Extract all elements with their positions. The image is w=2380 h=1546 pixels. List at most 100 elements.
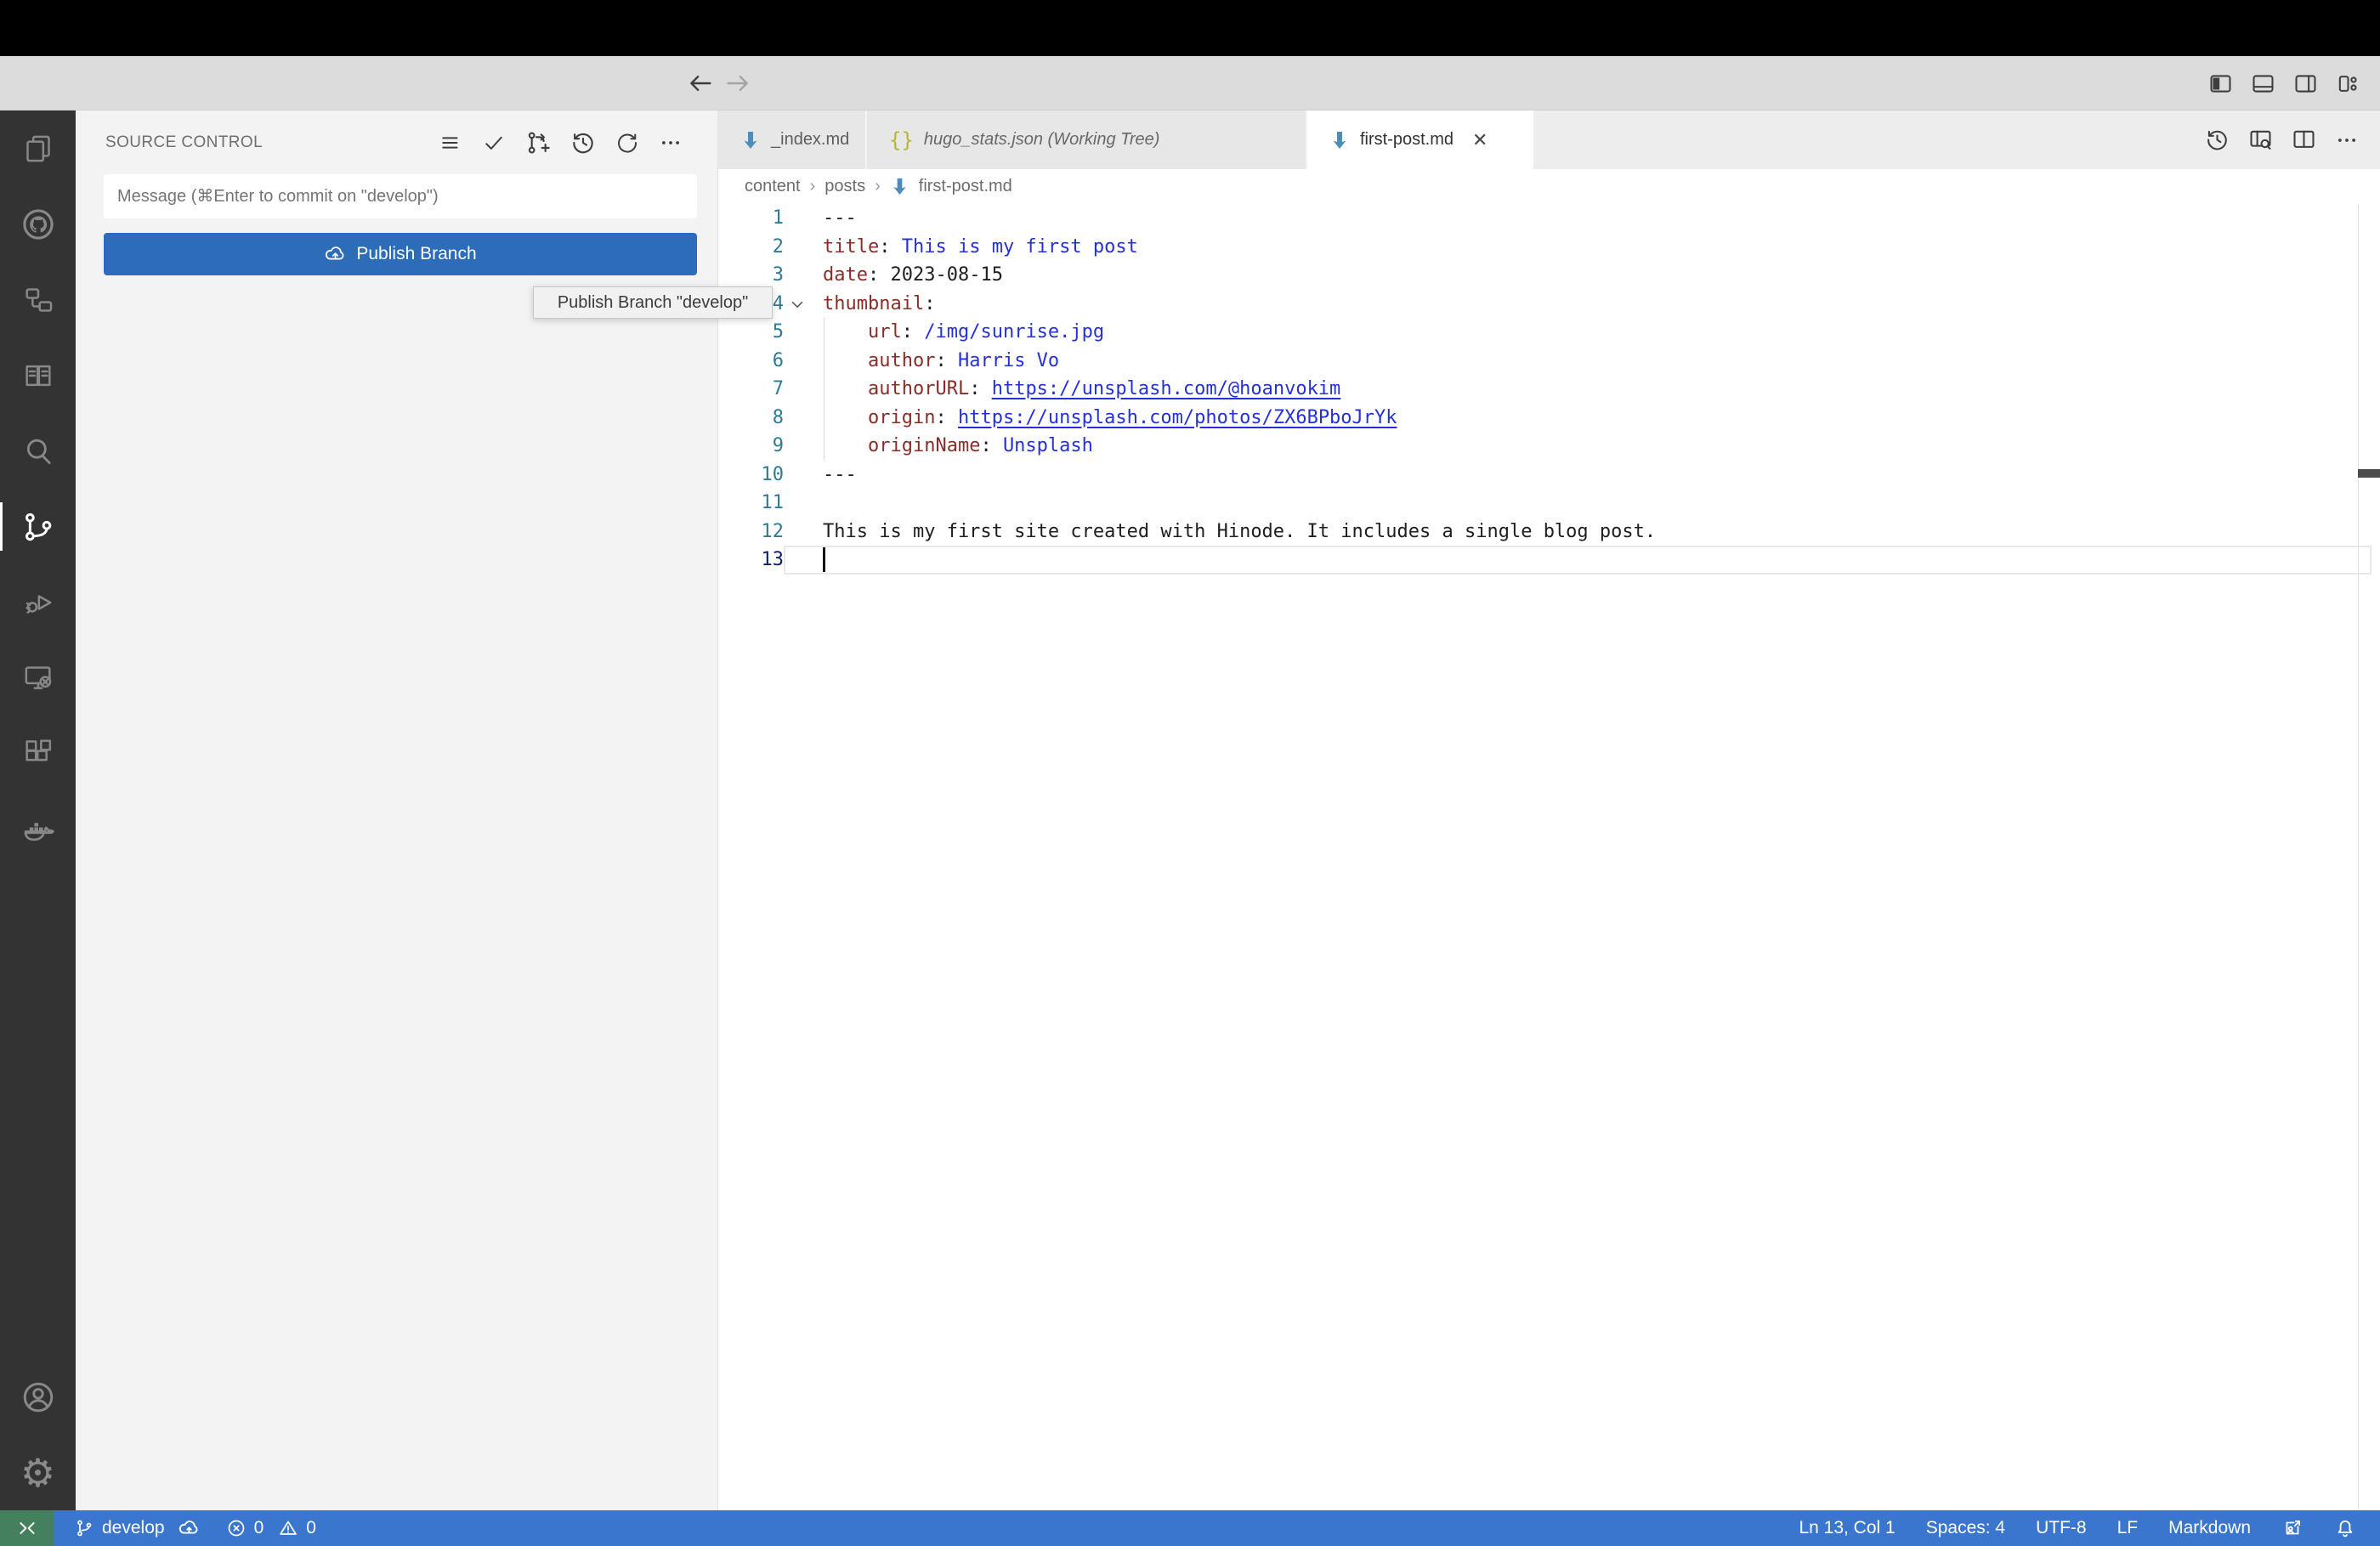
overview-ruler[interactable]	[2358, 204, 2359, 1510]
commit-message-input[interactable]	[104, 174, 697, 218]
line-number: 12	[761, 520, 785, 542]
remote-window-icon	[16, 1517, 38, 1539]
split-editor-icon[interactable]	[2291, 127, 2317, 153]
notifications-bell-icon[interactable]	[2334, 1517, 2356, 1539]
code-text: thumbnail:	[823, 292, 936, 314]
accounts-icon[interactable]	[0, 1359, 76, 1435]
toggle-primary-sidebar-icon[interactable]	[2207, 71, 2234, 97]
publish-branch-button[interactable]: Publish Branch	[104, 233, 697, 275]
toggle-secondary-sidebar-icon[interactable]	[2292, 71, 2319, 97]
code-text: date: 2023-08-15	[823, 264, 1003, 286]
eol-status[interactable]: LF	[2117, 1518, 2139, 1538]
code-text: title: This is my first post	[823, 235, 1138, 258]
customize-layout-icon[interactable]	[2335, 71, 2361, 97]
cursor-position-status[interactable]: Ln 13, Col 1	[1799, 1518, 1895, 1538]
history-icon[interactable]	[570, 129, 597, 156]
remote-hub-icon[interactable]	[0, 262, 76, 337]
code-text: This is my first site created with Hinod…	[823, 520, 1657, 542]
github-icon[interactable]	[0, 186, 76, 262]
code-line[interactable]: 3 date: 2023-08-15	[718, 261, 2380, 290]
code-lines[interactable]: 1 --- 2 title: This is my first post 3 date: …	[718, 204, 2380, 575]
indentation-status[interactable]: Spaces: 4	[1926, 1518, 2005, 1538]
activity-bar-spacer	[0, 867, 76, 1359]
errors-icon	[226, 1518, 246, 1538]
toggle-panel-icon[interactable]	[2250, 71, 2276, 97]
view-as-list-icon[interactable]	[438, 130, 463, 156]
overview-ruler-cursor-marker	[2358, 469, 2380, 478]
search-icon[interactable]	[0, 413, 76, 489]
cloud-upload-icon	[324, 243, 347, 266]
remote-indicator[interactable]	[0, 1510, 54, 1546]
code-line[interactable]: 4 thumbnail:	[718, 290, 2380, 319]
code-line[interactable]: 5 url: /img/sunrise.jpg	[718, 318, 2380, 347]
navigate-forward-icon[interactable]	[722, 68, 753, 99]
create-pull-request-icon[interactable]	[524, 129, 552, 156]
code-line[interactable]: 7 authorURL: https://unsplash.com/@hoanv…	[718, 375, 2380, 404]
remote-explorer-icon[interactable]	[0, 640, 76, 716]
source-control-panel: SOURCE CONTROL Publish	[76, 110, 718, 1510]
extensions-icon[interactable]	[0, 716, 76, 791]
line-number: 1	[772, 207, 784, 229]
explorer-icon[interactable]	[0, 110, 76, 186]
code-text: origin: https://unsplash.com/photos/ZX6B…	[867, 406, 1397, 428]
json-file-icon: {}	[889, 127, 914, 152]
markdown-file-icon	[1329, 130, 1350, 150]
line-number: 5	[772, 321, 784, 343]
publish-branch-tooltip: Publish Branch "develop"	[533, 286, 773, 319]
breadcrumb-item[interactable]: first-post.md	[919, 177, 1012, 196]
docker-icon[interactable]	[0, 791, 76, 867]
code-line[interactable]: 11	[718, 489, 2380, 518]
breadcrumb-item[interactable]: content	[745, 177, 801, 196]
line-number: 13	[761, 549, 785, 570]
title-bar: hinode-demo	[0, 56, 2380, 158]
line-number: 6	[772, 349, 784, 371]
open-preview-icon[interactable]	[2247, 127, 2274, 153]
warnings-icon	[278, 1518, 298, 1538]
timeline-history-icon[interactable]	[2204, 127, 2230, 153]
refresh-icon[interactable]	[615, 130, 640, 156]
status-bar: develop 0 0 Ln 13, Col 1 Spaces: 4 UTF-8…	[0, 1510, 2380, 1546]
breadcrumb-item[interactable]: posts	[824, 177, 865, 196]
problems-status[interactable]: 0 0	[226, 1518, 316, 1538]
code-text: ---	[823, 463, 857, 485]
feedback-icon[interactable]	[2281, 1517, 2304, 1539]
encoding-status[interactable]: UTF-8	[2036, 1518, 2087, 1538]
tab-first-post-md[interactable]: first-post.md ✕	[1307, 110, 1533, 169]
tab-bar: _index.md {} hugo_stats.json (Working Tr…	[718, 110, 2380, 169]
language-mode-status[interactable]: Markdown	[2168, 1518, 2251, 1538]
source-control-title: SOURCE CONTROL	[105, 133, 264, 151]
tab-index-md[interactable]: _index.md	[718, 110, 867, 169]
code-text: ---	[823, 207, 857, 229]
code-line[interactable]: 12 This is my first site created with Hin…	[718, 518, 2380, 546]
code-line[interactable]: 9 originName: Unsplash	[718, 432, 2380, 461]
more-actions-icon[interactable]	[658, 130, 683, 156]
commit-check-icon[interactable]	[481, 130, 507, 156]
code-line[interactable]: 8 origin: https://unsplash.com/photos/ZX…	[718, 403, 2380, 433]
source-control-icon[interactable]	[0, 489, 76, 564]
docs-book-icon[interactable]	[0, 337, 76, 413]
tab-hugo-stats-json[interactable]: {} hugo_stats.json (Working Tree)	[867, 110, 1307, 169]
publish-branch-label: Publish Branch	[356, 244, 477, 263]
chevron-right-icon: ›	[875, 177, 881, 195]
code-text: originName: Unsplash	[867, 435, 1093, 456]
code-line[interactable]: 10 ---	[718, 461, 2380, 490]
code-text: authorURL: https://unsplash.com/@hoanvok…	[867, 378, 1341, 399]
navigate-back-icon[interactable]	[685, 68, 716, 99]
markdown-file-icon	[890, 177, 910, 196]
code-line[interactable]: 1 ---	[718, 204, 2380, 233]
settings-gear-icon[interactable]: ⚙	[0, 1435, 76, 1510]
more-actions-icon[interactable]	[2334, 127, 2360, 153]
line-number: 11	[761, 492, 785, 513]
code-line[interactable]: 2 title: This is my first post	[718, 233, 2380, 262]
code-line[interactable]: 13	[718, 546, 2380, 575]
code-line[interactable]: 6 author: Harris Vo	[718, 346, 2380, 376]
publish-cloud-icon	[178, 1517, 201, 1540]
fold-chevron-icon[interactable]	[788, 295, 807, 314]
activity-bar: ⚙	[0, 110, 76, 1510]
branch-status[interactable]: develop	[74, 1517, 201, 1540]
git-branch-icon	[74, 1518, 94, 1538]
code-text: author: Harris Vo	[867, 349, 1060, 371]
run-debug-icon[interactable]	[0, 564, 76, 640]
line-number: 8	[772, 406, 784, 428]
close-tab-icon[interactable]: ✕	[1472, 130, 1488, 150]
